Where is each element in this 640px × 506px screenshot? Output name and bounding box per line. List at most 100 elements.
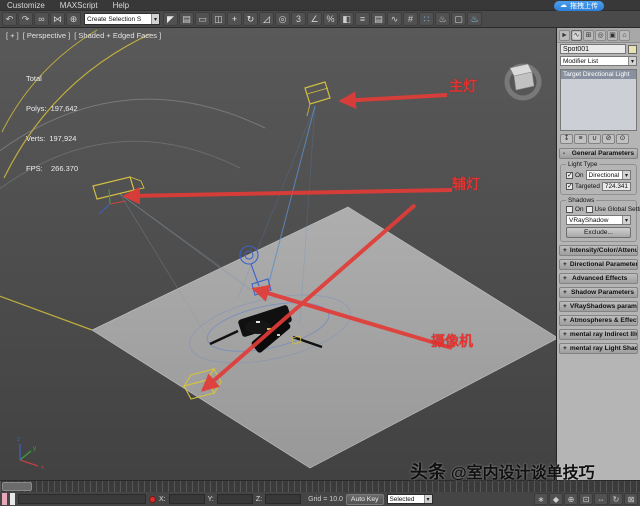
utilities-tab-icon[interactable]: ⌂: [619, 30, 630, 41]
key-mode-toggle-icon[interactable]: ◆: [549, 493, 563, 505]
bind-to-space-warp-icon[interactable]: ⊕: [66, 12, 81, 26]
rectangular-selection-region-icon[interactable]: ▭: [195, 12, 210, 26]
viewport-menu-shading[interactable]: [ Shaded + Edged Faces ]: [74, 31, 161, 40]
perspective-viewport[interactable]: x y z [+] [Perspective] [Shaded + E…: [0, 28, 556, 480]
rollout-header[interactable]: + Atmospheres & Effects: [559, 315, 638, 326]
menu-item[interactable]: Customize: [0, 0, 52, 11]
stats-fps: FPS: 266.370: [26, 164, 79, 173]
rollout-general-parameters[interactable]: - General Parameters: [559, 148, 638, 159]
snaps-toggle-icon[interactable]: 3: [291, 12, 306, 26]
modify-tab-icon[interactable]: ∿: [571, 30, 582, 41]
maxscript-mini-listener[interactable]: [2, 493, 7, 505]
expand-icon: +: [563, 275, 567, 282]
rollout-label: Directional Parameters: [569, 261, 638, 268]
percent-snap-toggle-icon[interactable]: %: [323, 12, 338, 26]
drag-upload-badge[interactable]: ☁ 拖拽上传: [554, 1, 604, 11]
use-pivot-point-center-icon[interactable]: ◎: [275, 12, 290, 26]
rollout-header[interactable]: + mental ray Light Shader: [559, 343, 638, 354]
targeted-label: Targeted: [575, 183, 600, 190]
key-filters-icon[interactable]: ∗: [534, 493, 548, 505]
z-axis-label: Z:: [255, 495, 263, 503]
use-global-settings-checkbox[interactable]: [585, 206, 593, 213]
z-coordinate-field[interactable]: [265, 494, 302, 504]
display-tab-icon[interactable]: ▣: [607, 30, 618, 41]
rollout-header[interactable]: + Intensity/Color/Attenuation: [559, 245, 638, 256]
y-axis-label: Y:: [207, 495, 214, 503]
orbit-icon[interactable]: ↻: [609, 493, 623, 505]
key-filter-value: Selected: [389, 495, 415, 503]
viewport-menu-general[interactable]: [ + ]: [6, 31, 19, 40]
target-distance-field[interactable]: 724.341: [601, 182, 631, 191]
layer-manager-icon[interactable]: ▤: [371, 12, 386, 26]
unlink-selection-icon[interactable]: ⋈: [50, 12, 65, 26]
material-editor-icon[interactable]: ∷: [419, 12, 434, 26]
rollout-header[interactable]: + Shadow Parameters: [559, 287, 638, 298]
3dsmax-window: Customize MAXScript Help ☁ 拖拽上传 ↶ ↷ ∞ ⋈ ⊕ Crea…: [0, 0, 640, 506]
modifier-stack[interactable]: Target Directional Light: [560, 69, 637, 131]
angle-snap-toggle-icon[interactable]: ∠: [307, 12, 322, 26]
maximize-viewport-toggle-icon[interactable]: ⊠: [624, 493, 638, 505]
motion-tab-icon[interactable]: ◎: [595, 30, 606, 41]
light-on-checkbox[interactable]: ✓: [566, 171, 573, 179]
time-slider-handle[interactable]: [2, 482, 32, 491]
viewport-menu-pov[interactable]: [ Perspective ]: [23, 31, 71, 40]
auto-key-button[interactable]: Auto Key: [345, 493, 384, 505]
window-crossing-toggle-icon[interactable]: ◫: [211, 12, 226, 26]
targeted-checkbox[interactable]: ✓: [566, 183, 573, 190]
shadow-plugin-dropdown[interactable]: VRayShadow ▾: [566, 215, 631, 225]
expand-icon: +: [563, 261, 567, 268]
select-and-move-icon[interactable]: +: [227, 12, 242, 26]
schematic-view-icon[interactable]: #: [403, 12, 418, 26]
modifier-list-dropdown[interactable]: Modifier List ▾: [560, 56, 637, 66]
grid-size-label: Grid = 10.0: [308, 495, 343, 503]
maxscript-listener-white[interactable]: [10, 493, 15, 505]
rollout-label: mental ray Indirect Illumination: [569, 331, 637, 338]
select-and-link-icon[interactable]: ∞: [34, 12, 49, 26]
rollout-header[interactable]: + Directional Parameters: [559, 259, 638, 270]
x-coordinate-field[interactable]: [168, 494, 205, 504]
zoom-extents-icon[interactable]: ⊡: [579, 493, 593, 505]
menu-item[interactable]: MAXScript: [53, 0, 105, 11]
select-by-name-icon[interactable]: ▤: [179, 12, 194, 26]
main-toolbar: ↶ ↷ ∞ ⋈ ⊕ Create Selection S ▾ ◤ ▤ ▭ ◫ + ↻ ◿ ◎ 3 ∠% ◧ ≡…: [0, 11, 640, 28]
select-object-icon[interactable]: ◤: [163, 12, 178, 26]
redo-icon[interactable]: ↷: [18, 12, 33, 26]
render-production-icon[interactable]: ♨: [467, 12, 482, 26]
light-type-dropdown[interactable]: Directional ▾: [585, 170, 631, 180]
svg-text:z: z: [17, 437, 20, 443]
expand-icon: +: [563, 317, 567, 324]
shadows-on-checkbox[interactable]: [566, 206, 573, 213]
pan-icon[interactable]: ⇔: [594, 493, 608, 505]
show-end-result-icon[interactable]: ≡: [574, 134, 587, 144]
select-and-scale-icon[interactable]: ◿: [259, 12, 274, 26]
undo-icon[interactable]: ↶: [2, 12, 17, 26]
align-icon[interactable]: ≡: [355, 12, 370, 26]
create-tab-icon[interactable]: ►: [559, 30, 570, 41]
object-color-swatch[interactable]: [628, 44, 637, 54]
named-selection-set-combo[interactable]: Create Selection S ▾: [84, 13, 160, 25]
hierarchy-tab-icon[interactable]: ⊞: [583, 30, 594, 41]
object-name-field[interactable]: Spot001: [560, 44, 626, 54]
configure-modifier-sets-icon[interactable]: ⊙: [616, 134, 629, 144]
zoom-icon[interactable]: ⊕: [564, 493, 578, 505]
rollout-header[interactable]: + VRayShadows params: [559, 301, 638, 312]
remove-modifier-icon[interactable]: ⊘: [602, 134, 615, 144]
exclude-button[interactable]: Exclude...: [566, 227, 631, 238]
mirror-icon[interactable]: ◧: [339, 12, 354, 26]
pin-stack-icon[interactable]: ↧: [560, 134, 573, 144]
menu-item[interactable]: Help: [106, 0, 136, 11]
stack-item-target-directional-light[interactable]: Target Directional Light: [561, 70, 636, 79]
rollout-header[interactable]: + mental ray Indirect Illumination: [559, 329, 638, 340]
collapse-icon: -: [563, 150, 566, 157]
rollout-header[interactable]: + Advanced Effects: [559, 273, 638, 284]
set-key-button[interactable]: [149, 495, 156, 503]
rollout-label: Shadow Parameters: [570, 289, 634, 296]
curve-editor-icon[interactable]: ∿: [387, 12, 402, 26]
make-unique-icon[interactable]: ∪: [588, 134, 601, 144]
y-coordinate-field[interactable]: [216, 494, 253, 504]
render-setup-icon[interactable]: ♨: [435, 12, 450, 26]
rendered-frame-window-icon[interactable]: ▢: [451, 12, 466, 26]
shadows-group-label: Shadows: [566, 197, 597, 204]
key-filter-dropdown[interactable]: Selected ▾: [386, 494, 433, 504]
select-and-rotate-icon[interactable]: ↻: [243, 12, 258, 26]
